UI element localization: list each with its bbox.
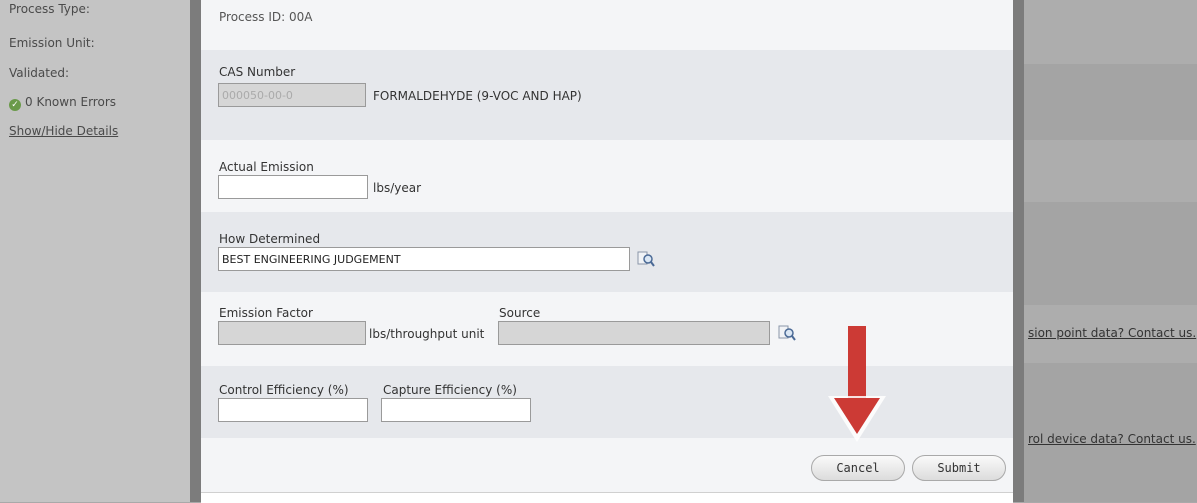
how-determined-section: How Determined <box>201 212 1013 292</box>
right-band <box>1024 0 1197 64</box>
modal-bottom-edge <box>201 492 1013 503</box>
magnifier-lookup-icon[interactable] <box>778 324 796 342</box>
actual-emission-input[interactable] <box>218 175 368 199</box>
cas-number-input <box>218 83 366 107</box>
submit-button[interactable]: Submit <box>912 455 1006 481</box>
how-determined-label: How Determined <box>219 232 321 246</box>
control-device-contact-link[interactable]: rol device data? Contact us. <box>1028 432 1196 446</box>
right-band <box>1024 140 1197 202</box>
cas-number-label: CAS Number <box>219 65 296 79</box>
check-circle-icon: ✓ <box>9 99 21 111</box>
known-errors-text: 0 Known Errors <box>25 95 117 109</box>
right-panel: sion point data? Contact us. rol device … <box>1024 0 1197 502</box>
control-efficiency-input[interactable] <box>218 398 368 422</box>
process-id: Process ID: 00A <box>219 10 313 24</box>
magnifier-lookup-icon[interactable] <box>637 250 655 268</box>
how-determined-input[interactable] <box>218 247 630 271</box>
emission-factor-input <box>218 321 366 345</box>
capture-efficiency-input[interactable] <box>381 398 531 422</box>
left-panel: Process Type: Emission Unit: Validated: … <box>0 0 190 502</box>
actual-emission-label: Actual Emission <box>219 160 314 174</box>
action-bar: Cancel Submit <box>201 438 1013 492</box>
process-type-label: Process Type: <box>9 2 90 16</box>
cas-name: FORMALDEHYDE (9-VOC AND HAP) <box>373 89 582 103</box>
known-errors-row: ✓ 0 Known Errors <box>9 95 116 111</box>
emission-point-contact-link[interactable]: sion point data? Contact us. <box>1028 326 1196 340</box>
modal-frame: Process ID: 00A CAS Number FORMALDEHYDE … <box>190 0 1024 503</box>
capture-efficiency-label: Capture Efficiency (%) <box>383 383 517 397</box>
show-hide-details-link[interactable]: Show/Hide Details <box>9 124 118 138</box>
emission-factor-unit: lbs/throughput unit <box>369 327 485 341</box>
actual-emission-unit: lbs/year <box>373 181 422 195</box>
efficiency-section: Control Efficiency (%) Capture Efficienc… <box>201 366 1013 438</box>
emission-edit-modal: Process ID: 00A CAS Number FORMALDEHYDE … <box>201 0 1013 503</box>
control-efficiency-label: Control Efficiency (%) <box>219 383 349 397</box>
cas-section: CAS Number FORMALDEHYDE (9-VOC AND HAP) <box>201 50 1013 140</box>
emission-factor-section: Emission Factor lbs/throughput unit Sour… <box>201 292 1013 366</box>
process-id-section: Process ID: 00A <box>201 0 1013 50</box>
source-input <box>498 321 770 345</box>
emission-factor-label: Emission Factor <box>219 306 313 320</box>
actual-emission-section: Actual Emission lbs/year <box>201 140 1013 212</box>
emission-unit-label: Emission Unit: <box>9 36 95 50</box>
down-arrow-annotation <box>828 326 886 442</box>
validated-label: Validated: <box>9 66 70 80</box>
source-label: Source <box>499 306 541 320</box>
cancel-button[interactable]: Cancel <box>811 455 905 481</box>
